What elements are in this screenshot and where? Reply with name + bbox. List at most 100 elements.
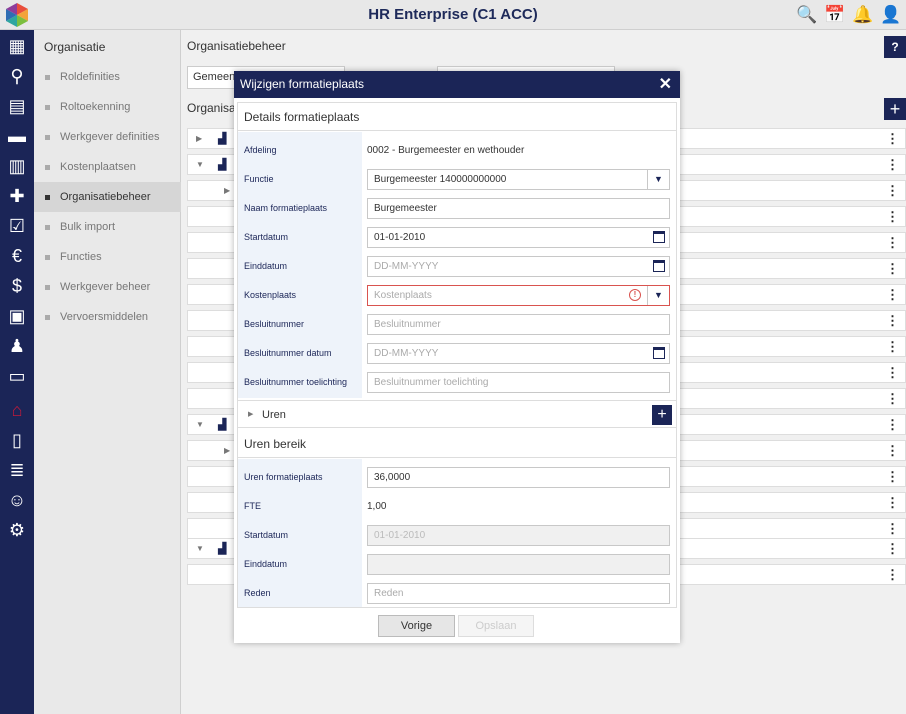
- calendar-icon[interactable]: ▥: [5, 154, 29, 178]
- document-list-icon[interactable]: ≣: [5, 458, 29, 482]
- search-person-icon[interactable]: 🔍: [796, 5, 817, 25]
- subnav-item-werkgever-beheer[interactable]: Werkgever beheer: [34, 272, 181, 302]
- subnav-item-vervoersmiddelen[interactable]: Vervoersmiddelen: [34, 302, 181, 332]
- startdatum-input[interactable]: 01-01-2010: [367, 227, 670, 248]
- kebab-menu-icon[interactable]: ⋮: [886, 365, 899, 381]
- row-startdatum: Startdatum 01-01-2010: [238, 223, 676, 252]
- form-check-icon[interactable]: ☑: [5, 214, 29, 238]
- kebab-menu-icon[interactable]: ⋮: [886, 443, 899, 459]
- besluitnummer-label: Besluitnummer: [244, 319, 305, 329]
- user-icon[interactable]: 👤: [880, 5, 901, 25]
- search-person-icon[interactable]: ⚲: [5, 64, 29, 88]
- document-icon[interactable]: ▯: [5, 428, 29, 452]
- save-button[interactable]: Opslaan: [458, 615, 534, 637]
- reden-input[interactable]: Reden: [367, 583, 670, 604]
- expand-arrow-icon[interactable]: ▶: [248, 410, 253, 418]
- calendar-icon[interactable]: [653, 347, 665, 359]
- subnav-item-organisatiebeheer[interactable]: Organisatiebeheer: [34, 182, 181, 212]
- org-chart-icon: ▟: [218, 419, 227, 431]
- institution-icon[interactable]: ⌂: [5, 398, 29, 422]
- add-uren-button[interactable]: +: [652, 405, 672, 425]
- collapse-arrow-icon[interactable]: ▼: [196, 160, 204, 169]
- functie-select[interactable]: Burgemeester 140000000000 ▼: [367, 169, 670, 190]
- kebab-menu-icon[interactable]: ⋮: [886, 339, 899, 355]
- uren-einddatum-label: Einddatum: [244, 559, 288, 569]
- person-hand-icon[interactable]: ☺: [5, 488, 29, 512]
- calendar-icon[interactable]: [653, 260, 665, 272]
- schedule-icon[interactable]: ▣: [5, 304, 29, 328]
- besluitnummer-toelichting-input[interactable]: Besluitnummer toelichting: [367, 372, 670, 393]
- subnav-item-functies[interactable]: Functies: [34, 242, 181, 272]
- besluitnummer-datum-input[interactable]: DD-MM-YYYY: [367, 343, 670, 364]
- calendar-icon[interactable]: [653, 231, 665, 243]
- calendar-alert-icon[interactable]: 📅: [824, 5, 845, 25]
- kebab-menu-icon[interactable]: ⋮: [886, 131, 899, 147]
- kostenplaats-select[interactable]: Kostenplaats! ▼: [367, 285, 670, 306]
- subnav-item-roldefinities[interactable]: Roldefinities: [34, 62, 181, 92]
- einddatum-label: Einddatum: [244, 261, 288, 271]
- kebab-menu-icon[interactable]: ⋮: [886, 209, 899, 225]
- id-card-icon[interactable]: ▤: [5, 94, 29, 118]
- previous-button[interactable]: Vorige: [378, 615, 455, 637]
- besluitnummer-datum-placeholder: DD-MM-YYYY: [374, 348, 439, 359]
- bell-icon[interactable]: 🔔: [852, 5, 873, 25]
- kebab-menu-icon[interactable]: ⋮: [886, 183, 899, 199]
- besluitnummer-input[interactable]: Besluitnummer: [367, 314, 670, 335]
- subnav-item-bulk-import[interactable]: Bulk import: [34, 212, 181, 242]
- kebab-menu-icon[interactable]: ⋮: [886, 417, 899, 433]
- uren-formatieplaats-label: Uren formatieplaats: [244, 472, 323, 482]
- dialog-body: Details formatieplaats Afdeling 0002 - B…: [237, 102, 677, 608]
- reden-label: Reden: [244, 588, 271, 598]
- person-icon[interactable]: ♟: [5, 334, 29, 358]
- details-section-title: Details formatieplaats: [238, 103, 676, 131]
- money-bag-icon[interactable]: €: [5, 244, 29, 268]
- collapse-arrow-icon[interactable]: ▼: [196, 544, 204, 553]
- uren-expander[interactable]: ▶ Uren +: [238, 400, 676, 428]
- einddatum-input[interactable]: DD-MM-YYYY: [367, 256, 670, 277]
- kebab-menu-icon[interactable]: ⋮: [886, 541, 899, 557]
- chevron-down-icon[interactable]: ▼: [647, 170, 669, 189]
- kebab-menu-icon[interactable]: ⋮: [886, 469, 899, 485]
- naam-label: Naam formatieplaats: [244, 203, 328, 213]
- expand-arrow-icon[interactable]: ▶: [196, 134, 202, 143]
- org-chart-icon: ▟: [218, 133, 227, 145]
- badge-icon[interactable]: ▭: [5, 364, 29, 388]
- subnav-item-werkgever-definities[interactable]: Werkgever definities: [34, 122, 181, 152]
- afdeling-value: 0002 - Burgemeester en wethouder: [367, 145, 525, 156]
- expand-arrow-icon[interactable]: ▶: [224, 446, 230, 455]
- row-afdeling: Afdeling 0002 - Burgemeester en wethoude…: [238, 136, 676, 165]
- chevron-down-icon[interactable]: ▼: [647, 286, 669, 305]
- edit-formatieplaats-dialog: Wijzigen formatieplaats ✕ Details format…: [234, 71, 680, 643]
- kebab-menu-icon[interactable]: ⋮: [886, 567, 899, 583]
- gear-icon[interactable]: ⚙: [5, 518, 29, 542]
- section-subtitle: Organisa: [187, 101, 236, 115]
- add-button[interactable]: +: [884, 98, 906, 120]
- uren-formatieplaats-input[interactable]: 36,0000: [367, 467, 670, 488]
- dialog-title: Wijzigen formatieplaats: [240, 77, 365, 91]
- kebab-menu-icon[interactable]: ⋮: [886, 521, 899, 537]
- kebab-menu-icon[interactable]: ⋮: [886, 313, 899, 329]
- folder-icon[interactable]: ▬: [5, 124, 29, 148]
- row-functie: Functie Burgemeester 140000000000 ▼: [238, 165, 676, 194]
- dashboard-icon[interactable]: ▦: [5, 34, 29, 58]
- functie-value: Burgemeester 140000000000: [374, 174, 507, 185]
- kebab-menu-icon[interactable]: ⋮: [886, 261, 899, 277]
- naam-input[interactable]: Burgemeester: [367, 198, 670, 219]
- uren-startdatum-label: Startdatum: [244, 530, 289, 540]
- row-fte: FTE 1,00: [238, 492, 676, 521]
- expand-arrow-icon[interactable]: ▶: [224, 186, 230, 195]
- close-icon[interactable]: ✕: [659, 71, 672, 98]
- row-uren: Uren formatieplaats 36,0000: [238, 463, 676, 492]
- kebab-menu-icon[interactable]: ⋮: [886, 235, 899, 251]
- kebab-menu-icon[interactable]: ⋮: [886, 495, 899, 511]
- kebab-menu-icon[interactable]: ⋮: [886, 391, 899, 407]
- collapse-arrow-icon[interactable]: ▼: [196, 420, 204, 429]
- kebab-menu-icon[interactable]: ⋮: [886, 157, 899, 173]
- row-reden: Reden Reden: [238, 579, 676, 608]
- currency-icon[interactable]: $: [5, 274, 29, 298]
- medical-icon[interactable]: ✚: [5, 184, 29, 208]
- subnav-item-kostenplaatsen[interactable]: Kostenplaatsen: [34, 152, 181, 182]
- subnav-item-roltoekenning[interactable]: Roltoekenning: [34, 92, 181, 122]
- kebab-menu-icon[interactable]: ⋮: [886, 287, 899, 303]
- help-button[interactable]: ?: [884, 36, 906, 58]
